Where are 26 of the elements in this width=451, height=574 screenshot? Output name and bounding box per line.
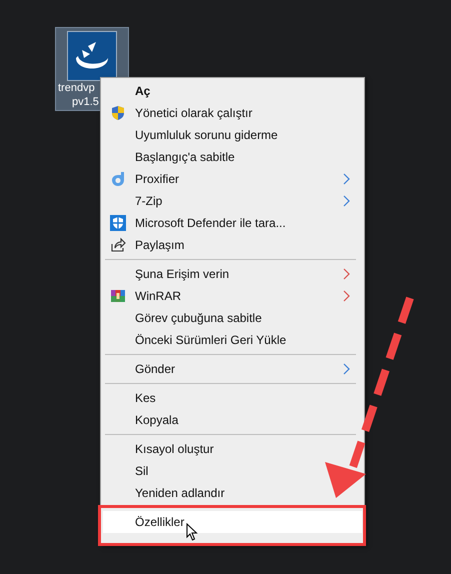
menu-item[interactable]: Başlangıç'a sabitle: [103, 146, 362, 168]
menu-item[interactable]: Uyumluluk sorunu giderme: [103, 124, 362, 146]
shield-icon: [110, 215, 126, 231]
icon-label: trendvp: [58, 81, 95, 95]
menu-item[interactable]: Özellikler: [103, 511, 362, 533]
menu-item[interactable]: Kopyala: [103, 409, 362, 431]
mouse-cursor-icon: [186, 523, 198, 541]
menu-item[interactable]: Paylaşım: [103, 234, 362, 256]
menu-item[interactable]: Kes: [103, 387, 362, 409]
icon-label: pv1.5: [72, 95, 99, 109]
share-icon: [110, 237, 126, 253]
menu-item[interactable]: Kısayol oluştur: [103, 438, 362, 460]
menu-item[interactable]: Proxifier: [103, 168, 362, 190]
menu-item[interactable]: Yeniden adlandır: [103, 482, 362, 504]
menu-item[interactable]: Sil: [103, 460, 362, 482]
app-logo-icon: [67, 31, 117, 81]
menu-item[interactable]: Microsoft Defender ile tara...: [103, 212, 362, 234]
books-icon: [110, 288, 126, 304]
menu-item[interactable]: Önceki Sürümleri Geri Yükle: [103, 329, 362, 351]
shield-icon: [110, 105, 126, 121]
menu-item[interactable]: Şuna Erişim verin: [103, 263, 362, 285]
menu-item[interactable]: Gönder: [103, 358, 362, 380]
menu-item[interactable]: 7-Zip: [103, 190, 362, 212]
menu-item[interactable]: WinRAR: [103, 285, 362, 307]
proxifier-icon: [110, 171, 126, 187]
menu-item[interactable]: Görev çubuğuna sabitle: [103, 307, 362, 329]
